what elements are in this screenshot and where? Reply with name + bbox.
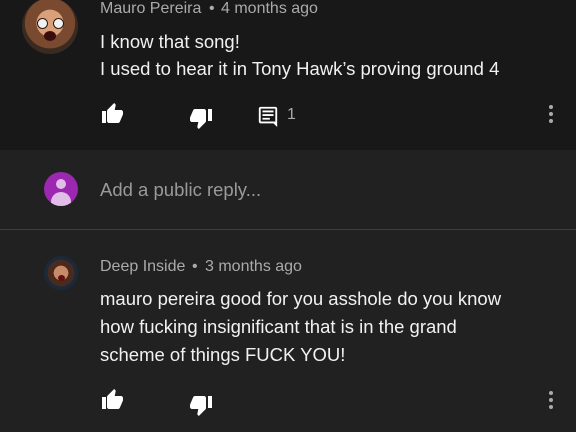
- like-button[interactable]: [98, 100, 126, 128]
- dislike-button[interactable]: [187, 391, 215, 419]
- comment-text-line: how fucking insignificant that is in the…: [100, 316, 457, 337]
- more-options-button[interactable]: [541, 390, 561, 414]
- reply-button[interactable]: [254, 103, 282, 129]
- thumb-down-icon: [189, 106, 213, 130]
- dislike-button[interactable]: [187, 104, 215, 132]
- avatar[interactable]: [44, 256, 78, 290]
- comment-text-line: I know that song!: [100, 31, 240, 52]
- reply-input[interactable]: Add a public reply...: [100, 178, 540, 202]
- comment-thread-mauro: Mauro Pereira • 4 months ago I know that…: [0, 0, 576, 150]
- comment-text-line: scheme of things FUCK YOU!: [100, 344, 346, 365]
- thumb-up-icon: [100, 102, 124, 126]
- comment-icon: [257, 105, 279, 127]
- more-vert-icon: [548, 104, 554, 129]
- thumb-up-icon: [100, 388, 124, 412]
- comments-panel: Mauro Pereira • 4 months ago I know that…: [0, 0, 576, 432]
- comment-author[interactable]: Deep Inside: [100, 258, 185, 276]
- comment-text-line: mauro pereira good for you asshole do yo…: [100, 288, 502, 309]
- avatar[interactable]: [22, 0, 78, 54]
- more-options-button[interactable]: [541, 104, 561, 128]
- reply-count[interactable]: 1: [287, 106, 296, 124]
- comment-timestamp[interactable]: 4 months ago: [221, 0, 318, 18]
- thumb-down-icon: [189, 393, 213, 417]
- separator-dot: •: [209, 0, 215, 17]
- separator-dot: •: [192, 258, 198, 275]
- comment-author[interactable]: Mauro Pereira: [100, 0, 201, 18]
- comment-timestamp[interactable]: 3 months ago: [205, 258, 302, 276]
- more-vert-icon: [548, 390, 554, 415]
- user-avatar: [44, 172, 78, 206]
- like-button[interactable]: [98, 386, 126, 414]
- comment-text-line: I used to hear it in Tony Hawk’s proving…: [100, 58, 500, 79]
